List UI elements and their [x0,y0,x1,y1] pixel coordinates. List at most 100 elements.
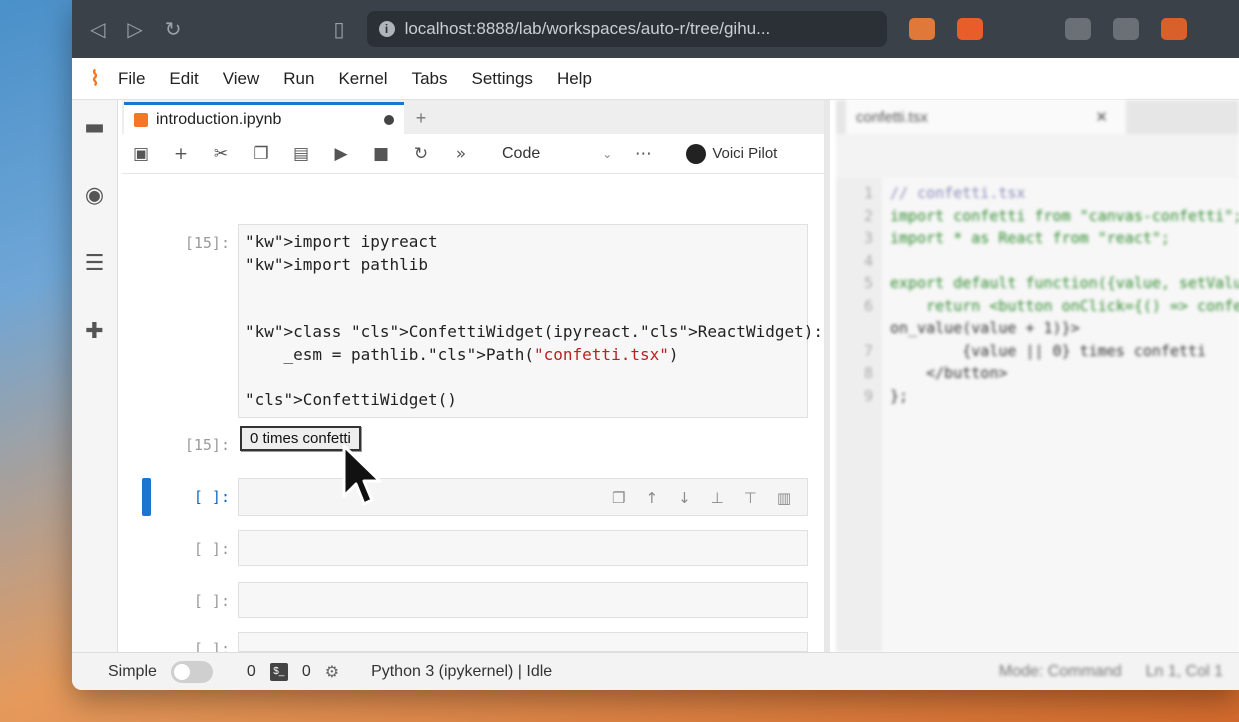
line-text: {value || 0} times confetti [890,341,1207,360]
menu-settings[interactable]: Settings [472,69,533,89]
code-editor[interactable]: 1 // confetti.tsx 2 import confetti from "c… [836,178,1239,652]
cut-icon[interactable]: ✂ [212,144,230,164]
browser-window: ◁ ▷ ↻ ▯ i localhost:8888/lab/workspaces/… [72,0,1239,690]
restart-icon[interactable]: ↻ [412,144,430,164]
back-icon[interactable]: ◁ [90,17,105,41]
menu-edit[interactable]: Edit [169,69,198,89]
count-a: 0 [246,662,256,680]
code-line: "kw">import ipyreact [245,232,438,251]
run-icon[interactable]: ▶ [332,144,350,164]
notebook-icon [134,112,148,127]
simple-mode-toggle[interactable] [170,660,213,683]
menu-tabs[interactable]: Tabs [412,69,448,89]
bookmark-icon[interactable]: ▯ [334,17,345,41]
add-cell-icon[interactable]: + [172,144,190,164]
extension-icon[interactable] [1112,18,1139,40]
chevron-down-icon[interactable]: ⌄ [602,147,612,161]
reload-icon[interactable]: ↻ [165,17,182,41]
status-right: Mode: Command Ln 1, Col 1 [999,663,1223,681]
gear-icon[interactable]: ⚙ [325,662,339,681]
more-icon[interactable]: ⋯ [634,144,652,164]
line-number: 8 [864,364,874,382]
browser-bar: ◁ ▷ ↻ ▯ i localhost:8888/lab/workspaces/… [72,0,1239,58]
cell-prompt: [ ]: [193,592,230,610]
menu-kernel[interactable]: Kernel [338,69,387,89]
count-b: 0 [301,662,311,680]
paste-icon[interactable]: ▤ [292,144,310,164]
copy-icon[interactable]: ❐ [252,144,270,164]
code-cell-editor[interactable]: ❐ ↑ ↓ ⊥ ⊤ ▥ [238,478,808,516]
move-up-icon[interactable]: ↑ [646,487,659,510]
file-editor-panel: confetti.tsx ✕ 1 // confetti.tsx 2 import c… [836,100,1239,652]
line-number: 5 [864,274,874,292]
insert-above-icon[interactable]: ⊥ [711,487,724,510]
kernel-status[interactable]: Python 3 (ipykernel) | Idle [371,663,552,681]
menu-view[interactable]: View [223,69,260,89]
menu-help[interactable]: Help [557,69,592,89]
mouse-cursor-icon [342,444,382,506]
tab-notebook[interactable]: introduction.ipynb [124,102,404,134]
terminal-icon: $_ [269,662,288,681]
cursor-position[interactable]: Ln 1, Col 1 [1146,663,1223,681]
file-tab-title: confetti.tsx [856,108,928,126]
line-number: 1 [864,184,874,202]
tab-editor-file[interactable]: confetti.tsx ✕ [846,100,1126,134]
code-cell-editor[interactable] [238,530,808,566]
line-text: }; [890,386,909,405]
extension-icon[interactable] [908,18,935,40]
extension-icon[interactable] [1160,18,1187,40]
folder-icon[interactable]: ▬ [83,116,107,140]
code-cell-editor[interactable]: "kw">import ipyreact "kw">import pathlib … [238,224,823,418]
running-icon[interactable]: ◉ [83,184,107,208]
unsaved-dot-icon[interactable] [384,114,394,125]
new-tab-button[interactable]: + [404,102,438,134]
line-text: import * as React from "react"; [890,229,1170,247]
save-icon[interactable]: ▣ [132,144,150,164]
fast-forward-icon[interactable]: » [452,144,470,164]
line-gutter [836,178,882,652]
info-icon: i [378,21,395,37]
left-sidebar: ▬ ◉ ☰ ✚ [72,100,118,652]
cell-prompt: [15]: [184,234,230,252]
line-text: return <button onClick={() => confetti()… [926,296,1239,315]
code-line: "cls">ConfettiWidget() [245,389,457,409]
forward-icon[interactable]: ▷ [127,17,142,41]
menu-run[interactable]: Run [283,69,314,89]
close-icon[interactable]: ✕ [1095,108,1108,126]
voici-icon [686,143,707,164]
code-cell-editor[interactable] [238,582,808,618]
address-bar[interactable]: i localhost:8888/lab/workspaces/auto-r/t… [366,11,887,47]
status-bar: Simple 0 $_ 0 ⚙ Python 3 (ipykernel) | I… [72,652,1239,690]
notebook-toolbar: ▣ + ✂ ❐ ▤ ▶ ■ ↻ » Code ⌄ ⋯ Voici Pilot [122,134,824,174]
menu-file[interactable]: File [118,69,145,89]
line-text: on_value(value + 1)}> [890,319,1080,337]
delete-icon[interactable]: ▥ [777,487,791,510]
toc-icon[interactable]: ☰ [83,252,107,276]
code-cell-editor[interactable] [238,632,808,652]
extension-puzzle-icon[interactable]: ✚ [83,320,107,344]
edit-mode: Mode: Command [998,662,1122,680]
line-number: 6 [864,296,874,315]
extension-icon[interactable] [956,18,983,40]
voici-label: Voici Pilot [712,145,778,162]
line-text: export default function({value, setValue… [890,274,1239,292]
tab-bar: introduction.ipynb + [122,100,824,134]
tab-title: introduction.ipynb [156,110,282,128]
voici-button[interactable]: Voici Pilot [686,143,778,164]
extension-icon[interactable] [1064,18,1091,40]
stop-icon[interactable]: ■ [372,144,390,164]
line-number: 9 [864,386,874,405]
active-cell-indicator [142,478,151,516]
code-line: "kw">import pathlib [245,254,429,274]
cell-type-select[interactable]: Code [502,145,540,163]
insert-below-icon[interactable]: ⊤ [744,487,757,510]
duplicate-icon[interactable]: ❐ [612,487,625,510]
simple-mode-label: Simple [108,662,157,680]
url-text: localhost:8888/lab/workspaces/auto-r/tre… [404,19,771,38]
move-down-icon[interactable]: ↓ [678,487,691,510]
line-number: 4 [864,251,874,270]
cell-prompt: [ ]: [193,640,230,652]
